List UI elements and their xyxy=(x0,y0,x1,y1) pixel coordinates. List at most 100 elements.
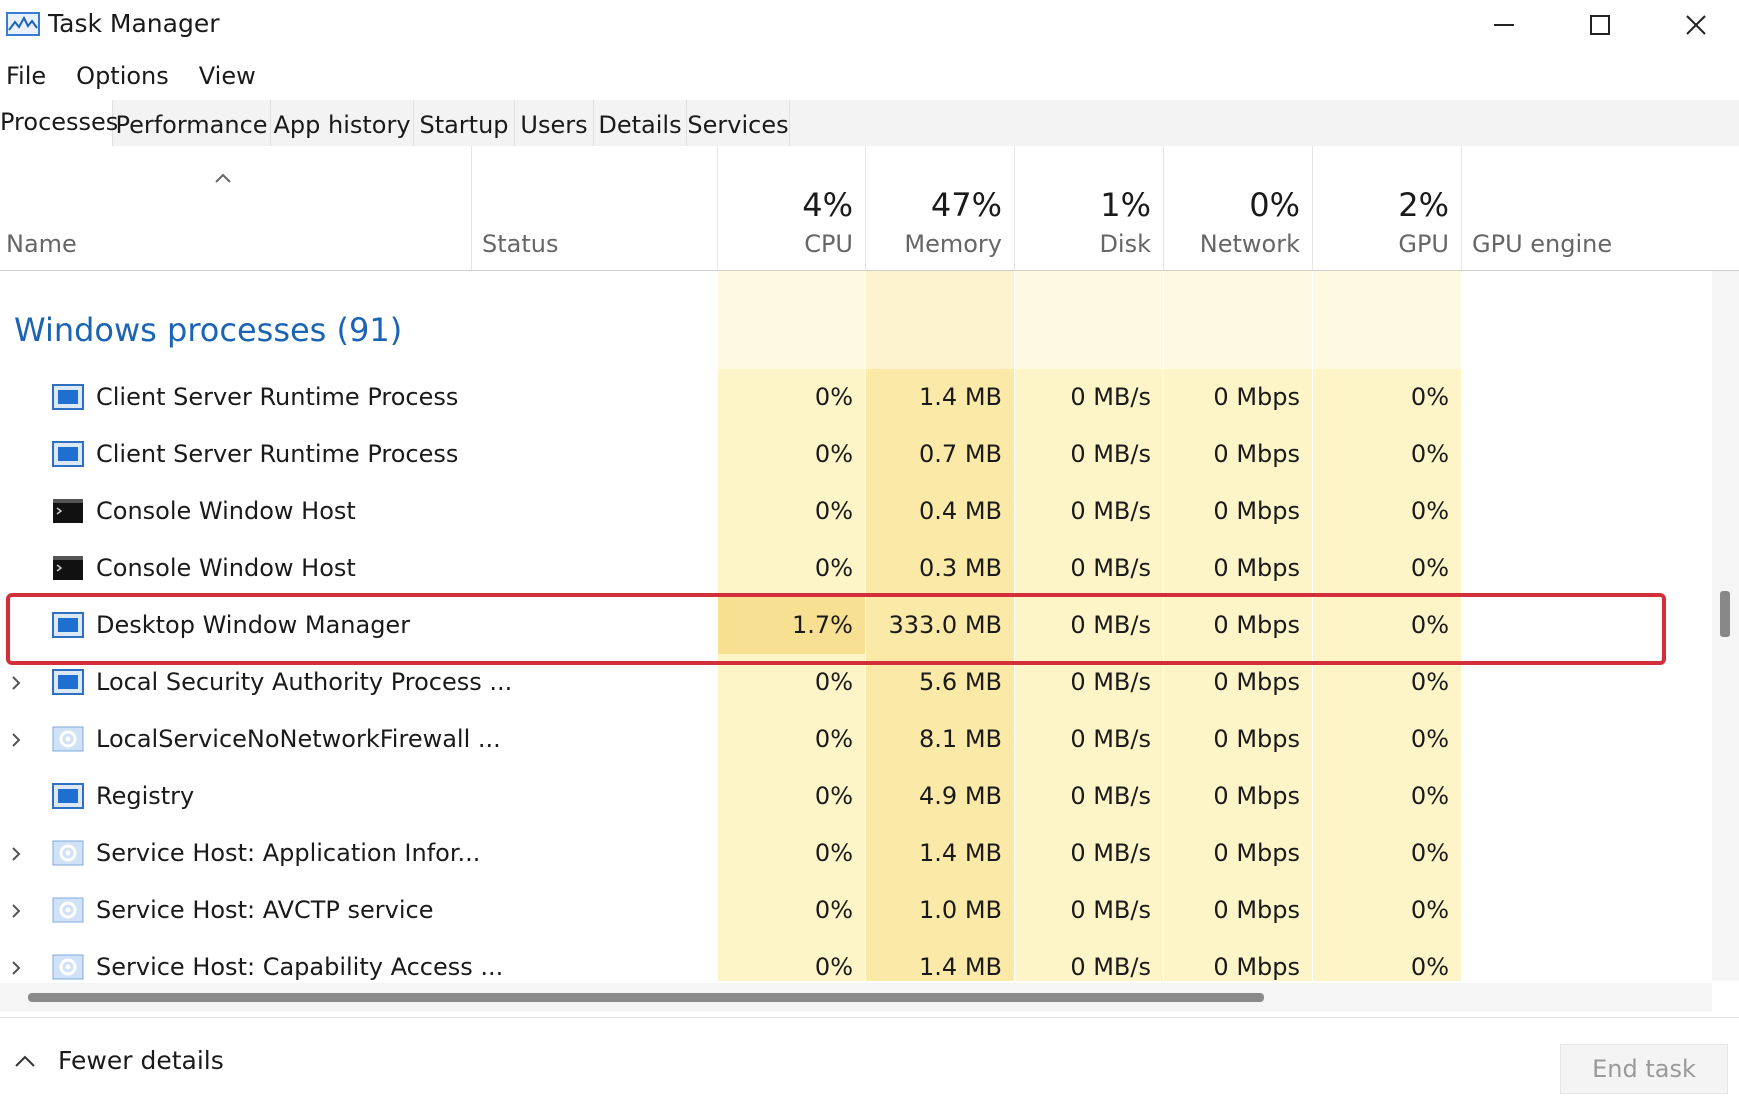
tab-processes[interactable]: Processes xyxy=(0,100,118,146)
column-gpu-engine[interactable]: GPU engine xyxy=(1462,146,1739,270)
menu-file[interactable]: File xyxy=(0,56,60,96)
maximize-icon xyxy=(1590,15,1610,35)
column-disk[interactable]: 1% Disk xyxy=(1015,146,1164,270)
chevron-right-icon[interactable] xyxy=(10,902,22,924)
process-network: 0 Mbps xyxy=(1213,839,1300,867)
process-network: 0 Mbps xyxy=(1213,782,1300,810)
tab-details[interactable]: Details xyxy=(594,100,687,146)
window-icon xyxy=(52,441,84,467)
tab-performance[interactable]: Performance xyxy=(113,100,271,146)
end-task-button[interactable]: End task xyxy=(1560,1044,1728,1094)
column-status[interactable]: Status xyxy=(472,146,718,270)
vertical-scrollbar[interactable] xyxy=(1712,271,1739,981)
process-cpu: 0% xyxy=(814,383,853,411)
chevron-right-icon[interactable] xyxy=(10,731,22,753)
process-gpu: 0% xyxy=(1410,554,1449,582)
minimize-button[interactable] xyxy=(1456,0,1552,50)
task-manager-app-icon xyxy=(6,12,40,36)
process-disk: 0 MB/s xyxy=(1070,383,1151,411)
process-row[interactable]: Console Window Host 0% 0.3 MB 0 MB/s 0 Mbps 0… xyxy=(0,540,1712,597)
window-icon xyxy=(52,669,84,695)
column-name[interactable]: Name xyxy=(0,146,472,270)
column-gpu-engine-label: GPU engine xyxy=(1472,230,1613,258)
process-network: 0 Mbps xyxy=(1213,440,1300,468)
process-disk: 0 MB/s xyxy=(1070,725,1151,753)
process-cpu: 0% xyxy=(814,725,853,753)
process-cpu: 0% xyxy=(814,896,853,924)
minimize-icon xyxy=(1494,24,1514,26)
process-gpu: 0% xyxy=(1410,440,1449,468)
process-name: Client Server Runtime Process xyxy=(96,383,459,411)
column-memory[interactable]: 47% Memory xyxy=(866,146,1015,270)
sort-up-icon xyxy=(215,173,231,183)
process-network: 0 Mbps xyxy=(1213,896,1300,924)
column-cpu[interactable]: 4% CPU xyxy=(718,146,866,270)
process-row[interactable]: Client Server Runtime Process 0% 0.7 MB 0 M… xyxy=(0,426,1712,483)
chevron-up-icon xyxy=(15,1055,35,1067)
process-row[interactable]: Service Host: AVCTP service 0% 1.0 MB 0 MB/… xyxy=(0,882,1712,939)
process-disk: 0 MB/s xyxy=(1070,953,1151,981)
process-memory: 4.9 MB xyxy=(919,782,1002,810)
column-gpu-label: GPU xyxy=(1398,230,1449,258)
tab-startup[interactable]: Startup xyxy=(414,100,515,146)
process-gpu: 0% xyxy=(1410,725,1449,753)
process-network: 0 Mbps xyxy=(1213,725,1300,753)
process-disk: 0 MB/s xyxy=(1070,896,1151,924)
process-network: 0 Mbps xyxy=(1213,497,1300,525)
menu-bar: File Options View xyxy=(0,56,272,96)
fewer-details-label: Fewer details xyxy=(58,1046,224,1075)
menu-view[interactable]: View xyxy=(185,56,270,96)
process-gpu: 0% xyxy=(1410,782,1449,810)
horizontal-scroll-thumb[interactable] xyxy=(28,993,1264,1002)
process-gpu: 0% xyxy=(1410,383,1449,411)
cpu-total: 4% xyxy=(802,186,853,224)
column-header: Name Status 4% CPU 47% Memory 1% Disk 0%… xyxy=(0,146,1739,271)
close-icon xyxy=(1686,15,1706,35)
process-network: 0 Mbps xyxy=(1213,953,1300,981)
tab-bar: Processes Performance App history Startu… xyxy=(0,100,1739,147)
horizontal-scrollbar[interactable] xyxy=(0,983,1712,1011)
tab-users[interactable]: Users xyxy=(515,100,594,146)
group-header-band xyxy=(718,271,1461,369)
vertical-scroll-thumb[interactable] xyxy=(1720,591,1730,637)
process-memory: 0.3 MB xyxy=(919,554,1002,582)
process-gpu: 0% xyxy=(1410,497,1449,525)
column-network-label: Network xyxy=(1199,230,1300,258)
gear-icon xyxy=(52,726,84,752)
disk-total: 1% xyxy=(1100,186,1151,224)
menu-options[interactable]: Options xyxy=(62,56,183,96)
group-windows-processes[interactable]: Windows processes (91) xyxy=(14,311,402,349)
process-memory: 0.4 MB xyxy=(919,497,1002,525)
chevron-right-icon[interactable] xyxy=(10,674,22,696)
process-row[interactable]: LocalServiceNoNetworkFirewall ... 0% 8.1 M… xyxy=(0,711,1712,768)
column-cpu-label: CPU xyxy=(804,230,853,258)
column-gpu[interactable]: 2% GPU xyxy=(1313,146,1462,270)
column-status-label: Status xyxy=(482,230,559,258)
window-icon xyxy=(52,384,84,410)
tab-app-history[interactable]: App history xyxy=(271,100,414,146)
process-list[interactable]: Windows processes (91) Client Server Run… xyxy=(0,271,1712,981)
fewer-details-button[interactable]: Fewer details xyxy=(14,1046,224,1075)
process-row[interactable]: Console Window Host 0% 0.4 MB 0 MB/s 0 Mbps 0… xyxy=(0,483,1712,540)
process-name: Console Window Host xyxy=(96,554,356,582)
chevron-right-icon[interactable] xyxy=(10,959,22,981)
network-total: 0% xyxy=(1249,186,1300,224)
process-name: LocalServiceNoNetworkFirewall ... xyxy=(96,725,501,753)
close-button[interactable] xyxy=(1648,0,1739,50)
maximize-button[interactable] xyxy=(1552,0,1648,50)
gear-icon xyxy=(52,954,84,980)
process-cpu: 0% xyxy=(814,440,853,468)
process-row[interactable]: Service Host: Capability Access ... 0% 1.4… xyxy=(0,939,1712,981)
process-row[interactable]: Registry 0% 4.9 MB 0 MB/s 0 Mbps 0% xyxy=(0,768,1712,825)
console-icon xyxy=(52,555,84,581)
gear-icon xyxy=(52,840,84,866)
process-disk: 0 MB/s xyxy=(1070,497,1151,525)
column-network[interactable]: 0% Network xyxy=(1164,146,1313,270)
process-memory: 1.0 MB xyxy=(919,896,1002,924)
footer: Fewer details End task xyxy=(0,1017,1739,1108)
chevron-right-icon[interactable] xyxy=(10,845,22,867)
process-row[interactable]: Client Server Runtime Process 0% 1.4 MB 0 M… xyxy=(0,369,1712,426)
tab-services[interactable]: Services xyxy=(687,100,790,146)
process-row[interactable]: Service Host: Application Infor... 0% 1.4 … xyxy=(0,825,1712,882)
process-memory: 1.4 MB xyxy=(919,383,1002,411)
